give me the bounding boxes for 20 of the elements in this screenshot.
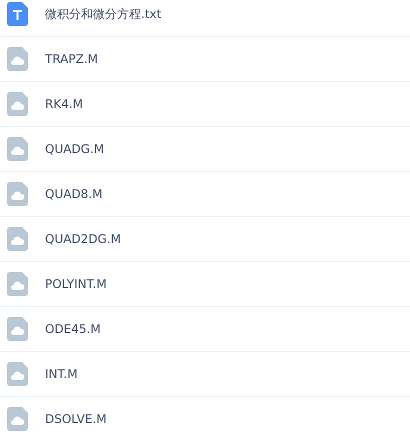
cloud-file-icon	[7, 272, 28, 296]
file-name[interactable]: ODE45.M	[45, 322, 101, 336]
cloud-file-icon	[7, 92, 28, 116]
cloud-file-icon	[7, 47, 28, 71]
cloud-file-icon	[7, 407, 28, 431]
file-name[interactable]: QUAD8.M	[45, 187, 102, 201]
file-name[interactable]: INT.M	[45, 367, 78, 381]
cloud-file-icon	[7, 137, 28, 161]
file-name[interactable]: QUAD2DG.M	[45, 232, 122, 246]
file-name[interactable]: 微积分和微分方程.txt	[45, 6, 162, 22]
cloud-file-icon	[7, 317, 28, 341]
cloud-file-icon	[7, 362, 28, 386]
file-name[interactable]: POLYINT.M	[45, 277, 107, 291]
file-name[interactable]: DSOLVE.M	[45, 412, 107, 426]
file-name[interactable]: RK4.M	[45, 97, 84, 111]
cloud-file-icon	[7, 182, 28, 206]
text-file-icon	[7, 2, 28, 26]
cloud-file-icon	[7, 227, 28, 251]
file-name[interactable]: TRAPZ.M	[45, 52, 98, 66]
file-name[interactable]: QUADG.M	[45, 142, 104, 156]
